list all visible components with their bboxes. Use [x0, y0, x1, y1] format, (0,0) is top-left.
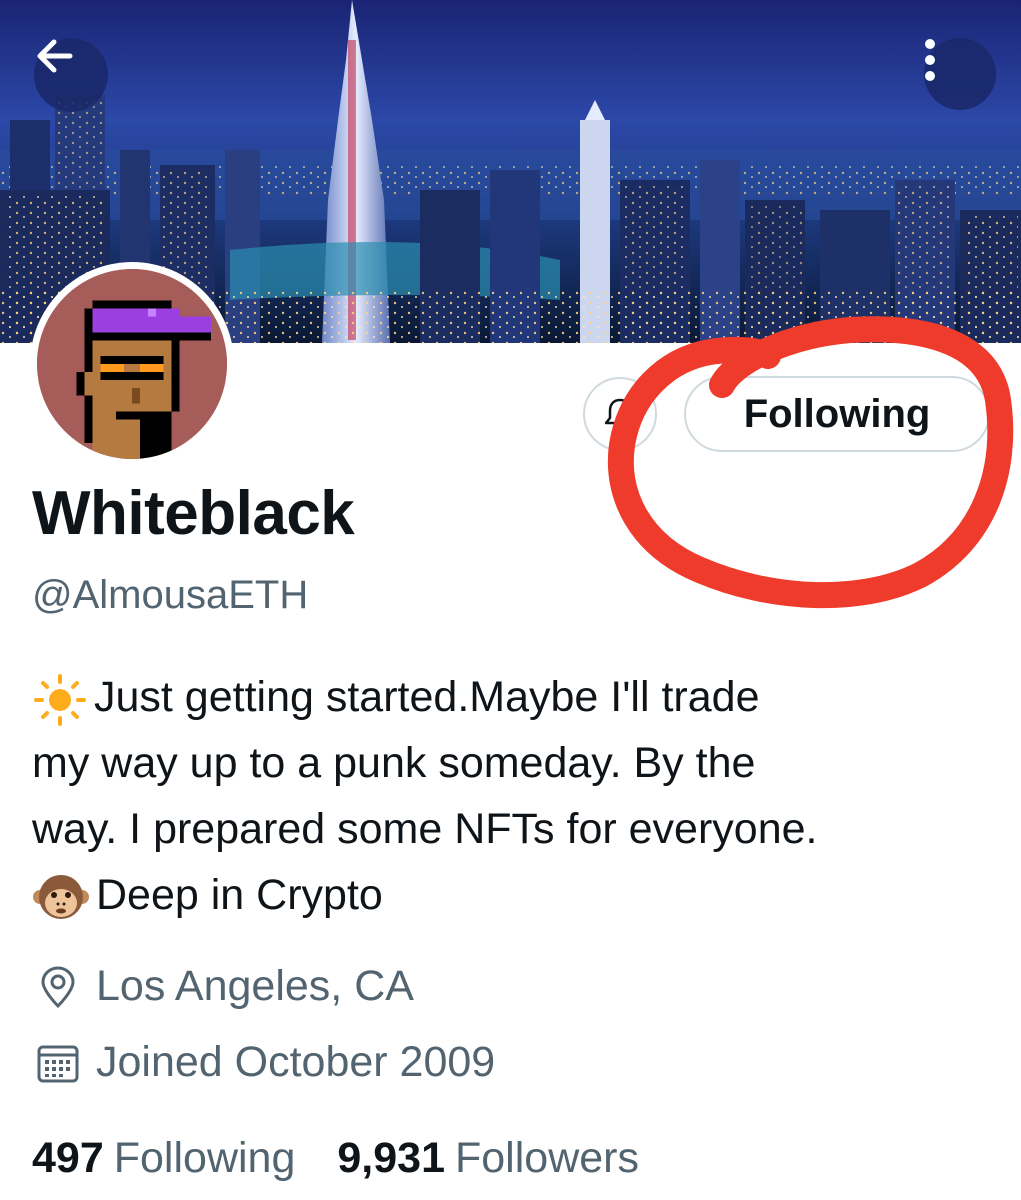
avatar[interactable] [30, 262, 234, 466]
following-button[interactable]: Following [684, 376, 990, 452]
bio-line: way. I prepared some NFTs for everyone. [32, 805, 818, 853]
following-button-label: Following [743, 391, 931, 436]
bio: Just getting started.Maybe I'll trade my… [32, 664, 992, 928]
location-text: Los Angeles, CA [96, 962, 414, 1010]
bell-icon [604, 398, 636, 430]
followers-count-link[interactable]: 9,931 Followers [337, 1134, 639, 1183]
monkey-face-icon [33, 874, 89, 919]
user-handle: @AlmousaETH [32, 573, 309, 617]
bio-line: Deep in Crypto [32, 862, 992, 928]
location-row: Los Angeles, CA [34, 962, 414, 1011]
more-options-button[interactable] [924, 38, 996, 110]
joined-date-text: Joined October 2009 [96, 1038, 496, 1086]
joined-row: Joined October 2009 [34, 1038, 495, 1087]
bio-line-text: Just getting started.Maybe I'll trade [94, 673, 760, 721]
notifications-button[interactable] [583, 377, 657, 451]
following-count: 497 [32, 1134, 104, 1182]
bio-line: my way up to a punk someday. By the [32, 739, 756, 787]
calendar-icon [34, 1039, 82, 1087]
followers-label: Followers [455, 1134, 639, 1182]
following-label: Following [113, 1134, 296, 1182]
bio-line: Just getting started.Maybe I'll trade [32, 664, 992, 730]
bio-line-text: Deep in Crypto [96, 871, 383, 919]
display-name: Whiteblack [32, 479, 355, 548]
sun-icon [34, 673, 86, 726]
back-button[interactable] [34, 38, 108, 112]
more-vertical-icon [925, 39, 935, 81]
followers-count: 9,931 [337, 1134, 445, 1182]
arrow-left-icon [37, 39, 73, 73]
cryptopunk-avatar-image [37, 269, 227, 459]
location-pin-icon [34, 963, 82, 1011]
follow-stats: 497 Following 9,931 Followers [32, 1134, 681, 1183]
following-count-link[interactable]: 497 Following [32, 1134, 295, 1183]
